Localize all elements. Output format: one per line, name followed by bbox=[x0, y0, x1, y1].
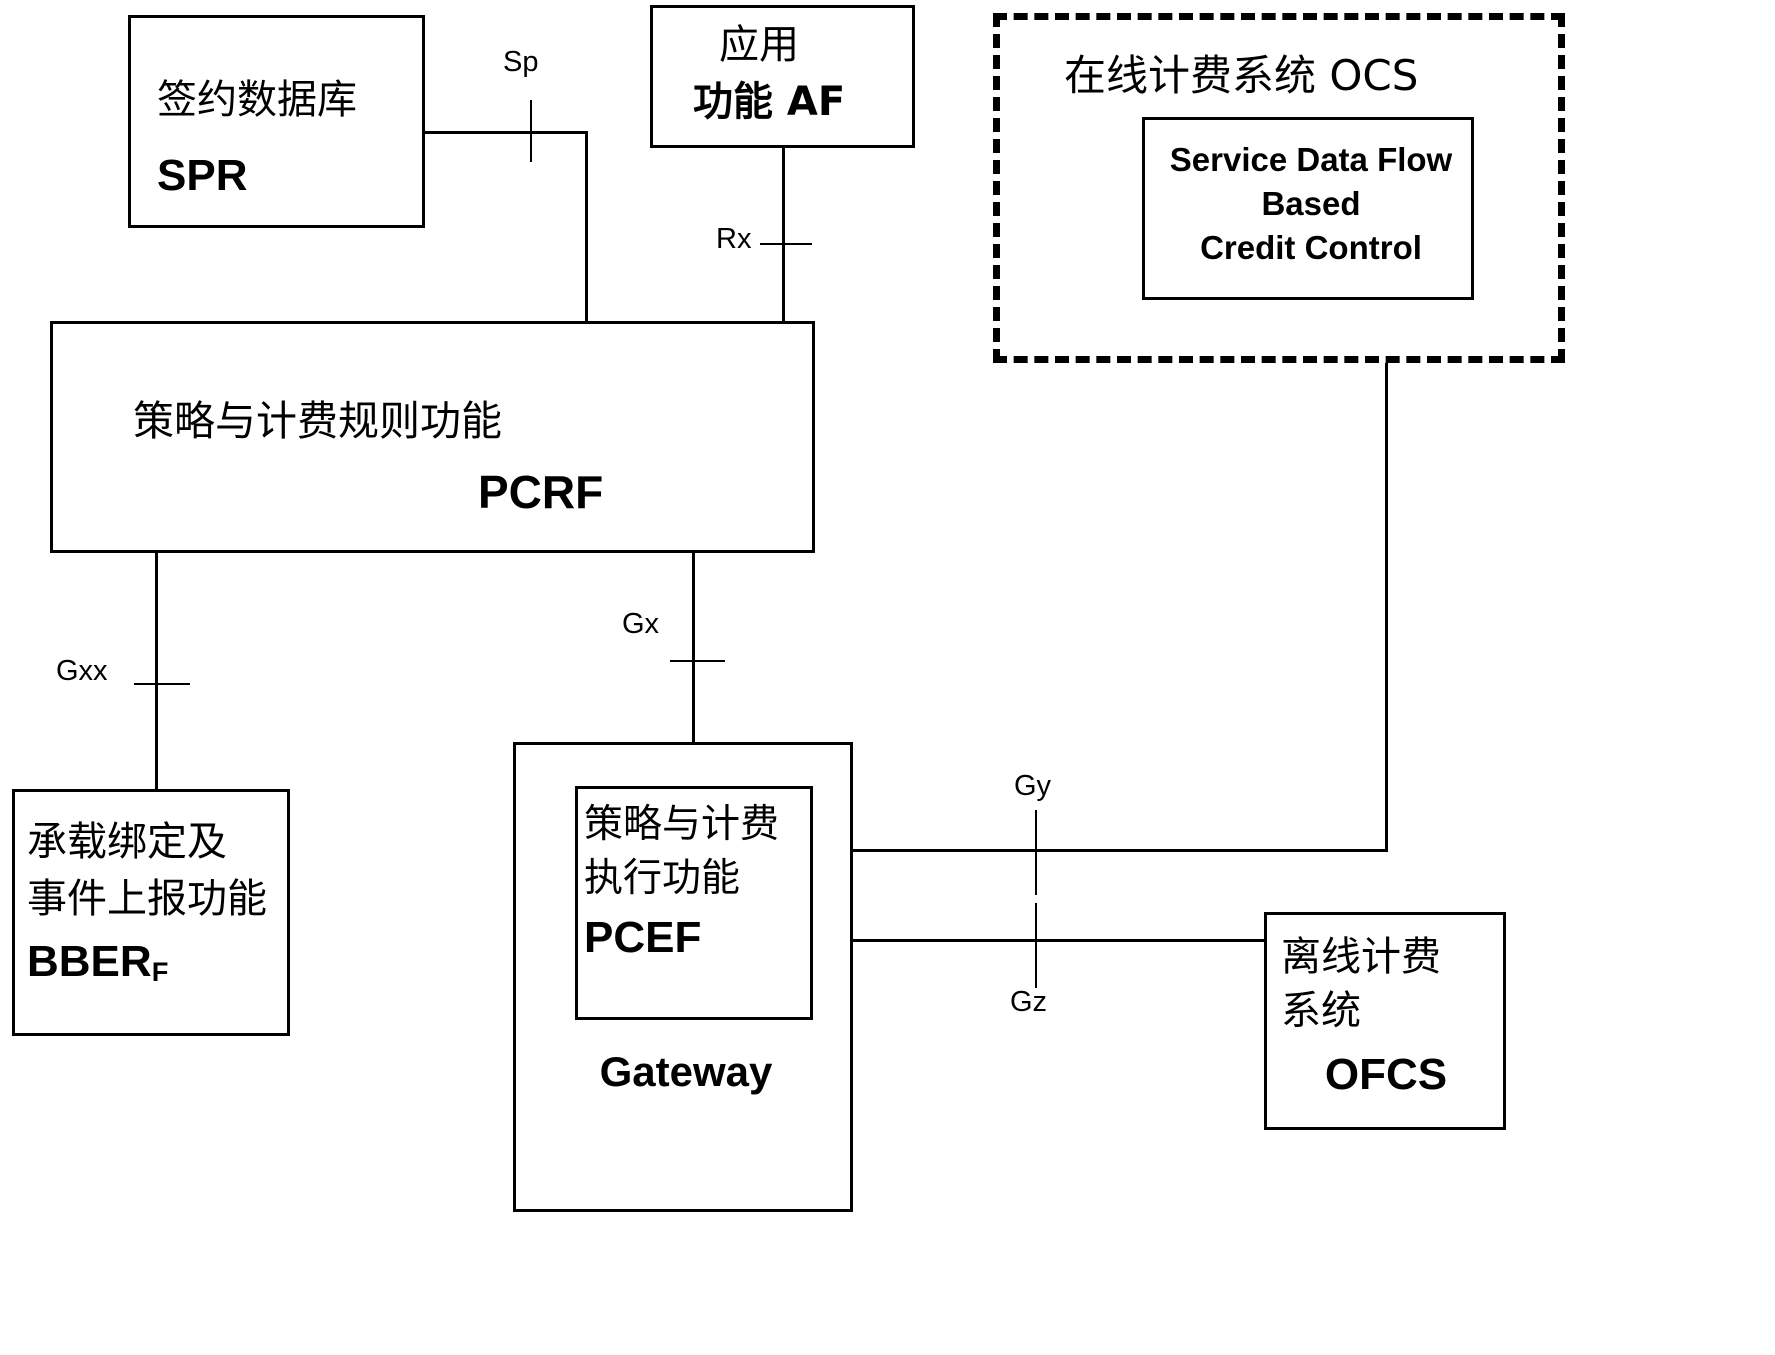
interface-label-gxx: Gxx bbox=[56, 655, 108, 687]
node-pcef-label-cn1: 策略与计费 bbox=[584, 802, 780, 847]
diagram-canvas: Sp Rx Gxx Gx Gy Gz 签约数据库 SPR 应用 功能 AF 在线… bbox=[0, 0, 1775, 1355]
connector-sp-horizontal bbox=[425, 131, 588, 134]
node-ofcs[interactable]: 离线计费 系统 OFCS bbox=[1264, 912, 1506, 1130]
node-ocs[interactable]: 在线计费系统 OCS Service Data Flow Based Credi… bbox=[993, 13, 1565, 363]
node-credit-control-line2: Based bbox=[1261, 185, 1361, 222]
connector-gy-horizontal bbox=[811, 849, 1388, 852]
node-spr-label-cn: 签约数据库 bbox=[157, 77, 357, 123]
tick-gx bbox=[670, 660, 725, 662]
tick-gy bbox=[1035, 810, 1037, 895]
tick-gxx bbox=[134, 683, 190, 685]
node-bberf-label-id: BBERF bbox=[27, 937, 169, 987]
connector-gy-vertical bbox=[1385, 293, 1388, 851]
tick-gz bbox=[1035, 903, 1037, 988]
connector-rx-vertical bbox=[782, 148, 785, 323]
node-credit-control-line3: Credit Control bbox=[1200, 229, 1422, 266]
node-af-label-cn1: 应用 bbox=[719, 22, 799, 68]
interface-label-rx: Rx bbox=[716, 223, 752, 255]
node-pcef-label-cn2: 执行功能 bbox=[584, 856, 741, 901]
node-credit-control-line1: Service Data Flow bbox=[1169, 141, 1453, 178]
node-ofcs-label-id: OFCS bbox=[1324, 1050, 1448, 1099]
node-spr-label-id: SPR bbox=[157, 151, 248, 200]
node-pcrf[interactable]: 策略与计费规则功能 PCRF bbox=[50, 321, 815, 553]
node-bberf-label-cn2: 事件上报功能 bbox=[27, 876, 267, 922]
node-gateway-label: Gateway bbox=[599, 1048, 773, 1095]
node-af[interactable]: 应用 功能 AF bbox=[650, 5, 915, 148]
interface-label-gx: Gx bbox=[622, 608, 660, 640]
connector-gz-horizontal bbox=[811, 939, 1266, 942]
node-af-label-cn2: 功能 AF bbox=[693, 79, 846, 125]
node-pcef-label-id: PCEF bbox=[584, 913, 702, 962]
node-ofcs-label-cn1: 离线计费 bbox=[1281, 934, 1441, 980]
interface-label-gy: Gy bbox=[1014, 770, 1052, 802]
node-pcef[interactable]: 策略与计费 执行功能 PCEF bbox=[575, 786, 813, 1020]
node-bberf-label-id-main: BBER bbox=[27, 937, 152, 986]
interface-label-gz: Gz bbox=[1010, 986, 1048, 1018]
interface-label-sp: Sp bbox=[503, 46, 539, 78]
node-bberf-label-cn1: 承载绑定及 bbox=[27, 819, 227, 865]
node-bberf-label-id-sub: F bbox=[151, 955, 169, 987]
node-pcrf-label-id: PCRF bbox=[478, 466, 604, 518]
tick-sp bbox=[530, 100, 532, 162]
node-bberf[interactable]: 承载绑定及 事件上报功能 BBERF bbox=[12, 789, 290, 1036]
node-credit-control[interactable]: Service Data Flow Based Credit Control bbox=[1142, 117, 1474, 300]
connector-gxx-vertical bbox=[155, 550, 158, 790]
node-spr[interactable]: 签约数据库 SPR bbox=[128, 15, 425, 228]
node-ocs-title: 在线计费系统 OCS bbox=[1064, 51, 1419, 100]
connector-sp-vertical bbox=[585, 131, 588, 323]
tick-rx bbox=[760, 243, 812, 245]
node-ofcs-label-cn2: 系统 bbox=[1281, 988, 1361, 1034]
node-pcrf-label-cn: 策略与计费规则功能 bbox=[133, 397, 502, 445]
